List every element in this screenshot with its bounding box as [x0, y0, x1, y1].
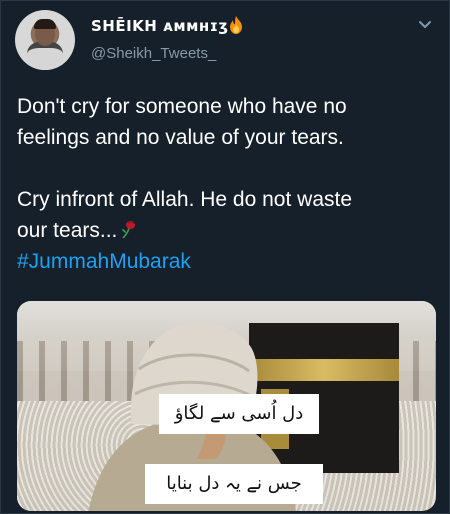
tweet-card[interactable]: SHĒIKH ᴀᴍᴍʜɪʒ @Sheikh_Tweets_ Don't cry …	[0, 0, 450, 514]
user-handle[interactable]: @Sheikh_Tweets_	[91, 45, 216, 62]
avatar-hair	[34, 19, 56, 29]
tweet-text-line: our tears...	[17, 215, 437, 246]
chevron-down-icon[interactable]	[416, 15, 434, 33]
tweet-text-line: feelings and no value of your tears.	[17, 126, 344, 149]
fire-icon	[230, 16, 242, 34]
tweet-text: Don't cry for someone who have no feelin…	[17, 91, 437, 277]
image-caption-1: دل اُسی سے لگاؤ	[159, 394, 319, 434]
wilted-rose-icon	[122, 221, 136, 239]
tweet-text-line: Cry infront of Allah. He do not waste	[17, 188, 353, 211]
tweet-text-line: Don't cry for someone who have no	[17, 95, 347, 118]
display-name[interactable]: SHĒIKH ᴀᴍᴍʜɪʒ	[91, 17, 229, 35]
avatar[interactable]	[15, 10, 75, 70]
tweet-text-fragment: our tears...	[17, 219, 118, 242]
hashtag-link[interactable]: #JummahMubarak	[17, 246, 437, 277]
hashtag[interactable]: #JummahMubarak	[17, 250, 191, 273]
tweet-image[interactable]: دل اُسی سے لگاؤ جس نے یہ دل بنایا ہے	[17, 301, 436, 511]
two-hearts-icon	[217, 510, 231, 511]
avatar-shirt	[27, 42, 63, 70]
image-caption-2: جس نے یہ دل بنایا ہے	[145, 464, 323, 511]
